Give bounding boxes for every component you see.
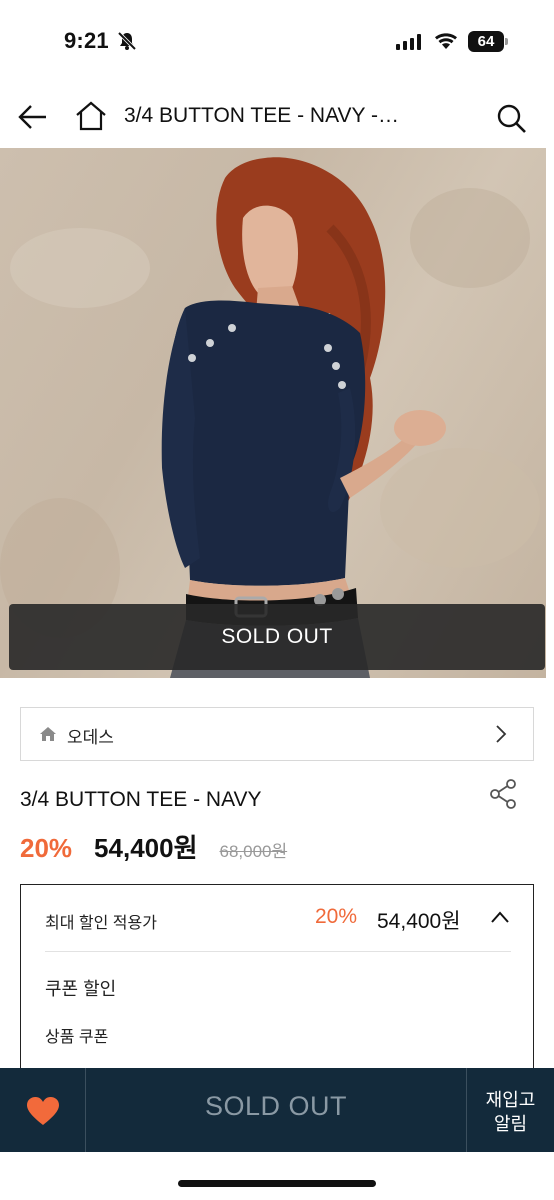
brand-link[interactable]: 오데스 [20, 707, 534, 761]
product-coupon-label: 상품 쿠폰 [45, 1029, 109, 1046]
top-nav-header: 3/4 BUTTON TEE - NAVY -… [0, 88, 554, 146]
wifi-icon [435, 33, 457, 49]
status-time: 9:21 [64, 28, 109, 53]
restock-label-line2: 알림 [493, 1114, 528, 1134]
heart-icon [27, 1097, 59, 1125]
battery-level: 64 [468, 31, 504, 52]
brand-home-icon [40, 727, 56, 741]
discount-details-panel: 최대 할인 적용가 20% 54,400원 쿠폰 할인 상품 쿠폰 [20, 884, 534, 1084]
battery-icon: 64 [468, 31, 508, 52]
product-image[interactable] [0, 148, 546, 678]
restock-alert-button[interactable]: 재입고 알림 [466, 1068, 554, 1152]
max-discount-label: 최대 할인 적용가 [45, 915, 157, 932]
sold-out-overlay: SOLD OUT [9, 604, 545, 670]
chevron-up-icon[interactable] [489, 909, 511, 925]
chevron-right-icon [496, 725, 507, 743]
max-discount-rate: 20% [315, 905, 358, 928]
brand-name: 오데스 [67, 728, 114, 747]
divider [45, 951, 511, 952]
status-bar: 9:21 64 [0, 0, 554, 80]
max-discount-price: 54,400원 [377, 910, 461, 933]
home-indicator[interactable] [178, 1180, 376, 1187]
coupon-discount-label: 쿠폰 할인 [45, 979, 117, 999]
sold-out-button[interactable]: SOLD OUT [86, 1068, 466, 1152]
bottom-action-bar: SOLD OUT 재입고 알림 [0, 1068, 554, 1152]
search-icon[interactable] [494, 101, 528, 135]
share-icon[interactable] [488, 778, 518, 810]
page-title: 3/4 BUTTON TEE - NAVY -… [124, 104, 400, 127]
product-title: 3/4 BUTTON TEE - NAVY [20, 788, 262, 811]
home-icon[interactable] [74, 100, 108, 132]
cellular-signal-icon [396, 34, 421, 50]
discount-rate: 20% [20, 833, 73, 863]
price-row: 20% 54,400원 68,000원 [20, 828, 287, 864]
restock-label-line1: 재입고 [485, 1090, 536, 1110]
sale-price: 54,400원 [94, 833, 198, 863]
wishlist-button[interactable] [0, 1068, 86, 1152]
back-arrow-icon[interactable] [16, 102, 50, 132]
home-indicator-area [0, 1152, 554, 1200]
bell-off-icon [117, 31, 137, 51]
original-price: 68,000원 [219, 842, 288, 861]
